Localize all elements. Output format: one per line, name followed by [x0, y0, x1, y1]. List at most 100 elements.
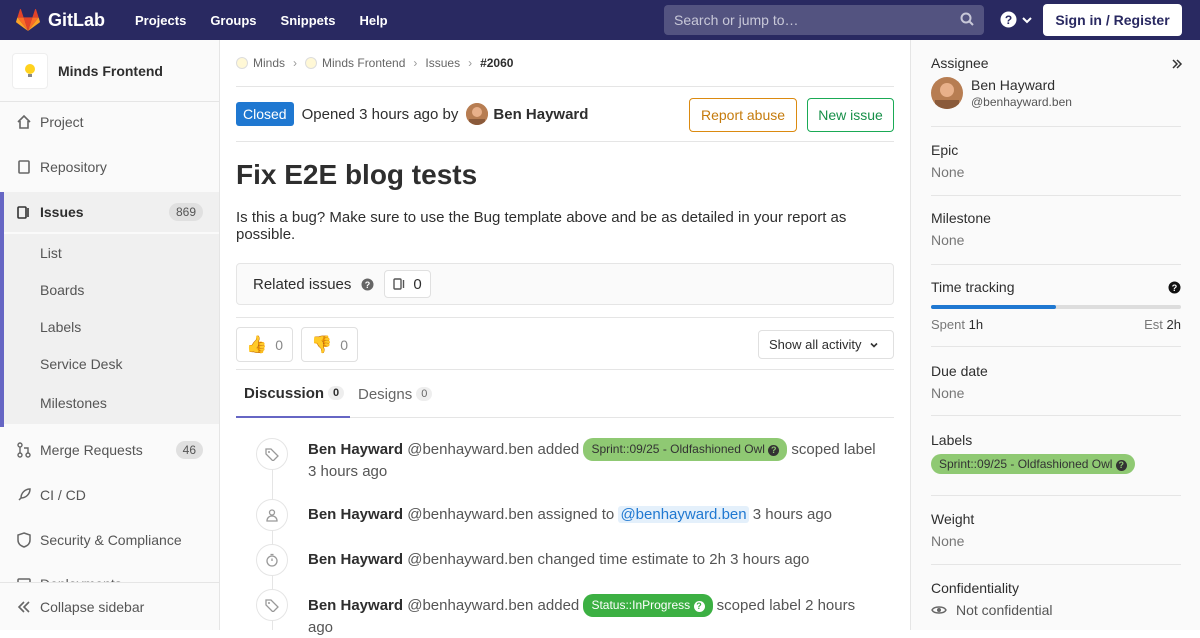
- sidebar-item-issues[interactable]: Issues 869: [0, 192, 219, 232]
- labels-block[interactable]: Labels Sprint::09/25 - Oldfashioned Owl …: [931, 416, 1181, 496]
- activity-filter-dropdown[interactable]: Show all activity: [758, 330, 894, 359]
- breadcrumb-issue-id[interactable]: #2060: [480, 56, 513, 70]
- note-author[interactable]: Ben Hayward: [308, 551, 403, 568]
- svg-text:?: ?: [1172, 283, 1178, 293]
- nav-projects[interactable]: Projects: [135, 13, 186, 28]
- mention-link[interactable]: @benhayward.ben: [618, 506, 749, 523]
- note-suffix: scoped label: [716, 597, 801, 614]
- new-issue-button[interactable]: New issue: [807, 98, 894, 132]
- tag-icon: [256, 589, 288, 621]
- sidebar-item-label: Repository: [40, 159, 107, 175]
- note-handle[interactable]: @benhayward.ben: [407, 551, 533, 568]
- breadcrumb-minds[interactable]: Minds: [253, 56, 285, 70]
- opened-text: Opened 3 hours ago by: [301, 105, 459, 123]
- issue-title: Fix E2E blog tests: [236, 159, 478, 190]
- double-chevron-right-icon[interactable]: [1171, 58, 1183, 70]
- breadcrumb-project[interactable]: Minds Frontend: [322, 56, 405, 70]
- sidebar-item-label: Issues: [40, 204, 84, 220]
- sidebar-item-label: Security & Compliance: [40, 532, 182, 548]
- sidebar-item-security[interactable]: Security & Compliance: [0, 520, 219, 560]
- confidentiality-block[interactable]: Confidentiality Not confidential: [931, 565, 1181, 630]
- chevron-right-icon: ›: [413, 56, 418, 70]
- right-sidebar: Assignee Ben Hayward @benhayward.ben Epi…: [910, 40, 1200, 630]
- gitlab-logo[interactable]: GitLab: [16, 9, 105, 31]
- assignee-avatar[interactable]: [931, 77, 963, 109]
- report-abuse-button[interactable]: Report abuse: [689, 98, 797, 132]
- due-date-title: Due date: [931, 363, 988, 379]
- tab-designs[interactable]: Designs 0: [358, 370, 433, 418]
- book-icon: [16, 159, 32, 175]
- question-circle-icon[interactable]: ?: [361, 278, 374, 291]
- sidebar-item-cicd[interactable]: CI / CD: [0, 475, 219, 515]
- sidebar-subitem-milestones[interactable]: Milestones: [4, 382, 219, 424]
- sidebar-item-merge-requests[interactable]: Merge Requests 46: [0, 430, 219, 470]
- thumbs-up-button[interactable]: 👍 0: [236, 327, 293, 362]
- sidebar-item-repository[interactable]: Repository: [0, 147, 219, 187]
- user-icon: [256, 499, 288, 531]
- milestone-title: Milestone: [931, 210, 991, 226]
- search-input[interactable]: Search or jump to…: [664, 5, 984, 35]
- scoped-label[interactable]: Sprint::09/25 - Oldfashioned Owl ?: [583, 438, 788, 461]
- time-tracking-block: Time tracking ? Spent 1h Est 2h: [931, 265, 1181, 347]
- project-avatar: [12, 52, 48, 89]
- note-handle[interactable]: @benhayward.ben: [407, 506, 533, 523]
- question-circle-icon[interactable]: ?: [1168, 281, 1181, 294]
- chevron-right-icon: ›: [468, 56, 473, 70]
- note-handle[interactable]: @benhayward.ben: [407, 597, 533, 614]
- gitlab-fox-icon: [16, 9, 40, 31]
- project-name: Minds Frontend: [58, 62, 163, 79]
- collapse-sidebar-button[interactable]: Collapse sidebar: [0, 582, 219, 630]
- nav-groups[interactable]: Groups: [210, 13, 256, 28]
- milestone-value: None: [931, 232, 965, 248]
- nav-snippets[interactable]: Snippets: [281, 13, 336, 28]
- sidebar-subitem-service-desk[interactable]: Service Desk: [4, 345, 219, 382]
- sidebar-subitem-boards[interactable]: Boards: [4, 271, 219, 308]
- timer-icon: [256, 544, 288, 576]
- tab-discussion-count: 0: [328, 386, 345, 400]
- label-text: Sprint::09/25 - Oldfashioned Owl: [591, 442, 765, 456]
- author-avatar[interactable]: [466, 103, 489, 125]
- home-icon: [16, 114, 32, 130]
- related-issues-count[interactable]: 0: [384, 270, 431, 298]
- tab-discussion[interactable]: Discussion 0: [236, 370, 350, 418]
- note-author[interactable]: Ben Hayward: [308, 597, 403, 614]
- thumbs-up-count: 0: [275, 336, 283, 353]
- nav-help[interactable]: Help: [359, 13, 387, 28]
- sidebar-subitem-labels[interactable]: Labels: [4, 308, 219, 345]
- note-handle[interactable]: @benhayward.ben: [407, 441, 533, 458]
- status-badge: Closed: [236, 102, 294, 126]
- search-icon: [960, 12, 974, 26]
- milestone-block[interactable]: Milestone None: [931, 196, 1181, 265]
- note-time: 3 hours ago: [752, 506, 833, 523]
- note-author[interactable]: Ben Hayward: [308, 506, 403, 523]
- project-header[interactable]: Minds Frontend: [0, 40, 219, 102]
- shield-icon: [16, 532, 32, 548]
- sidebar-subitem-list[interactable]: List: [4, 234, 219, 271]
- issue-tabs: Discussion 0 Designs 0: [236, 370, 894, 418]
- label-text: Status::InProgress: [591, 598, 691, 612]
- est-label: Est: [1144, 317, 1163, 332]
- sign-in-button[interactable]: Sign in / Register: [1043, 4, 1182, 36]
- scoped-label[interactable]: Status::InProgress ?: [583, 594, 713, 617]
- thumbs-down-button[interactable]: 👎 0: [301, 327, 358, 362]
- epic-value: None: [931, 164, 965, 180]
- help-dropdown[interactable]: ?: [1000, 11, 1032, 28]
- breadcrumb-issues[interactable]: Issues: [425, 56, 460, 70]
- label-text: Sprint::09/25 - Oldfashioned Owl: [939, 457, 1113, 471]
- assignee-name: Ben Hayward: [971, 77, 1056, 93]
- sidebar-label[interactable]: Sprint::09/25 - Oldfashioned Owl ?: [931, 454, 1135, 474]
- author-name[interactable]: Ben Hayward: [493, 106, 588, 123]
- note-action: changed time estimate to 2h: [537, 551, 726, 568]
- note-author[interactable]: Ben Hayward: [308, 441, 403, 458]
- assignee-info[interactable]: Ben Hayward @benhayward.ben: [971, 77, 1171, 109]
- related-issues-label: Related issues: [253, 275, 352, 293]
- chevron-down-icon: [1022, 16, 1032, 23]
- sidebar-item-project[interactable]: Project: [0, 102, 219, 142]
- epic-block[interactable]: Epic None: [931, 126, 1181, 196]
- tab-designs-count: 0: [416, 387, 433, 401]
- due-date-block[interactable]: Due date None: [931, 347, 1181, 416]
- due-date-value: None: [931, 385, 965, 401]
- weight-block[interactable]: Weight None: [931, 496, 1181, 565]
- issues-count-badge: 869: [168, 203, 203, 221]
- note-time: 3 hours ago: [730, 551, 810, 568]
